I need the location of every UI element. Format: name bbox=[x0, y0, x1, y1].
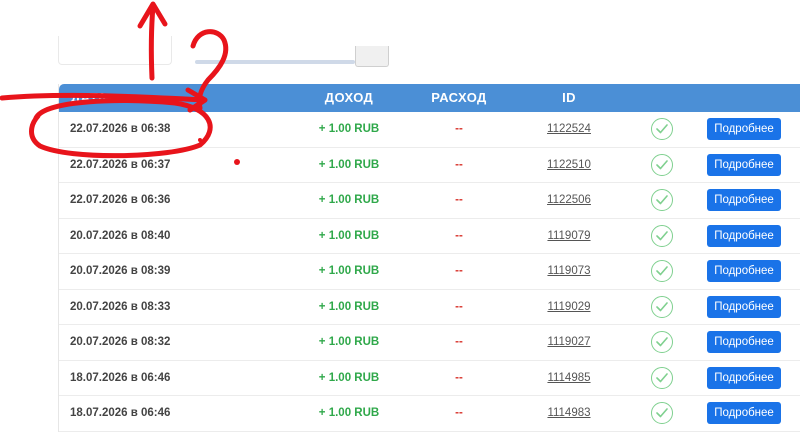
row-status bbox=[648, 396, 676, 431]
row-action: Подробнее bbox=[707, 361, 781, 396]
details-button[interactable]: Подробнее bbox=[707, 366, 781, 389]
table-row: 22.07.2026 в 06:38 + 1.00 RUB -- 1122524… bbox=[59, 112, 800, 148]
details-button[interactable]: Подробнее bbox=[707, 295, 781, 318]
check-circle-icon bbox=[651, 153, 673, 176]
row-action: Подробнее bbox=[707, 290, 781, 325]
table-row: 22.07.2026 в 06:37 + 1.00 RUB -- 1122510… bbox=[59, 148, 800, 183]
row-action: Подробнее bbox=[707, 148, 781, 183]
table-body: 22.07.2026 в 06:38 + 1.00 RUB -- 1122524… bbox=[59, 112, 800, 432]
row-income: + 1.00 RUB bbox=[318, 123, 380, 136]
details-button[interactable]: Подробнее bbox=[707, 118, 781, 141]
row-id-link[interactable]: 1122510 bbox=[539, 148, 599, 183]
table-row: 18.07.2026 в 06:46 + 1.00 RUB -- 1114983… bbox=[59, 396, 800, 432]
row-date: 20.07.2026 в 08:32 bbox=[70, 336, 171, 349]
row-expense: -- bbox=[455, 265, 463, 278]
row-status bbox=[648, 148, 676, 183]
row-action: Подробнее bbox=[707, 254, 781, 289]
row-id-link[interactable]: 1122524 bbox=[539, 112, 599, 147]
details-button[interactable]: Подробнее bbox=[707, 189, 781, 212]
header-id: ID bbox=[562, 90, 576, 105]
table-row: 20.07.2026 в 08:33 + 1.00 RUB -- 1119029… bbox=[59, 290, 800, 325]
row-expense: -- bbox=[455, 123, 463, 136]
check-circle-icon bbox=[651, 366, 673, 389]
header-expense: РАСХОД bbox=[431, 90, 487, 105]
table-row: 18.07.2026 в 06:46 + 1.00 RUB -- 1114985… bbox=[59, 361, 800, 396]
table-row: 20.07.2026 в 08:39 + 1.00 RUB -- 1119073… bbox=[59, 254, 800, 290]
row-status bbox=[648, 219, 676, 254]
row-expense: -- bbox=[455, 158, 463, 171]
details-button[interactable]: Подробнее bbox=[707, 153, 781, 176]
row-action: Подробнее bbox=[707, 183, 781, 218]
row-action: Подробнее bbox=[707, 396, 781, 431]
row-income: + 1.00 RUB bbox=[318, 336, 380, 349]
row-expense: -- bbox=[455, 300, 463, 313]
check-circle-icon bbox=[651, 118, 673, 141]
row-date: 20.07.2026 в 08:40 bbox=[70, 229, 171, 242]
row-expense: -- bbox=[455, 229, 463, 242]
row-income: + 1.00 RUB bbox=[318, 371, 380, 384]
row-status bbox=[648, 112, 676, 147]
row-date: 18.07.2026 в 06:46 bbox=[70, 371, 171, 384]
row-expense: -- bbox=[455, 407, 463, 420]
details-button[interactable]: Подробнее bbox=[707, 224, 781, 247]
table-header: ДАТА ДОХОД РАСХОД ID bbox=[59, 84, 800, 112]
row-date: 20.07.2026 в 08:39 bbox=[70, 265, 171, 278]
row-id-link[interactable]: 1119079 bbox=[539, 219, 599, 254]
row-status bbox=[648, 290, 676, 325]
row-date: 22.07.2026 в 06:37 bbox=[70, 158, 171, 171]
row-id-link[interactable]: 1119073 bbox=[539, 254, 599, 289]
row-income: + 1.00 RUB bbox=[318, 407, 380, 420]
row-status bbox=[648, 254, 676, 289]
filter-slider[interactable] bbox=[195, 60, 355, 64]
row-action: Подробнее bbox=[707, 219, 781, 254]
row-id-link[interactable]: 1122506 bbox=[539, 183, 599, 218]
row-income: + 1.00 RUB bbox=[318, 265, 380, 278]
row-income: + 1.00 RUB bbox=[318, 194, 380, 207]
row-id-link[interactable]: 1114985 bbox=[539, 361, 599, 396]
check-circle-icon bbox=[651, 331, 673, 354]
filter-input[interactable] bbox=[58, 36, 172, 65]
transactions-table: ДАТА ДОХОД РАСХОД ID 22.07.2026 в 06:38 … bbox=[58, 84, 800, 432]
details-button[interactable]: Подробнее bbox=[707, 331, 781, 354]
row-status bbox=[648, 183, 676, 218]
row-expense: -- bbox=[455, 336, 463, 349]
table-row: 20.07.2026 в 08:32 + 1.00 RUB -- 1119027… bbox=[59, 325, 800, 361]
row-action: Подробнее bbox=[707, 325, 781, 360]
details-button[interactable]: Подробнее bbox=[707, 402, 781, 425]
table-row: 22.07.2026 в 06:36 + 1.00 RUB -- 1122506… bbox=[59, 183, 800, 219]
check-circle-icon bbox=[651, 260, 673, 283]
check-circle-icon bbox=[651, 224, 673, 247]
row-income: + 1.00 RUB bbox=[318, 158, 380, 171]
row-status bbox=[648, 361, 676, 396]
row-date: 20.07.2026 в 08:33 bbox=[70, 300, 171, 313]
check-circle-icon bbox=[651, 189, 673, 212]
row-id-link[interactable]: 1119029 bbox=[539, 290, 599, 325]
check-circle-icon bbox=[651, 402, 673, 425]
filter-button[interactable] bbox=[355, 46, 389, 67]
row-date: 22.07.2026 в 06:36 bbox=[70, 194, 171, 207]
table-row: 20.07.2026 в 08:40 + 1.00 RUB -- 1119079… bbox=[59, 219, 800, 254]
row-status bbox=[648, 325, 676, 360]
row-expense: -- bbox=[455, 371, 463, 384]
row-action: Подробнее bbox=[707, 112, 781, 147]
row-id-link[interactable]: 1119027 bbox=[539, 325, 599, 360]
header-date: ДАТА bbox=[71, 90, 108, 105]
row-date: 22.07.2026 в 06:38 bbox=[70, 123, 171, 136]
row-date: 18.07.2026 в 06:46 bbox=[70, 407, 171, 420]
row-income: + 1.00 RUB bbox=[318, 300, 380, 313]
check-circle-icon bbox=[651, 295, 673, 318]
header-income: ДОХОД bbox=[324, 90, 374, 105]
row-expense: -- bbox=[455, 194, 463, 207]
row-income: + 1.00 RUB bbox=[318, 229, 380, 242]
details-button[interactable]: Подробнее bbox=[707, 260, 781, 283]
row-id-link[interactable]: 1114983 bbox=[539, 396, 599, 431]
